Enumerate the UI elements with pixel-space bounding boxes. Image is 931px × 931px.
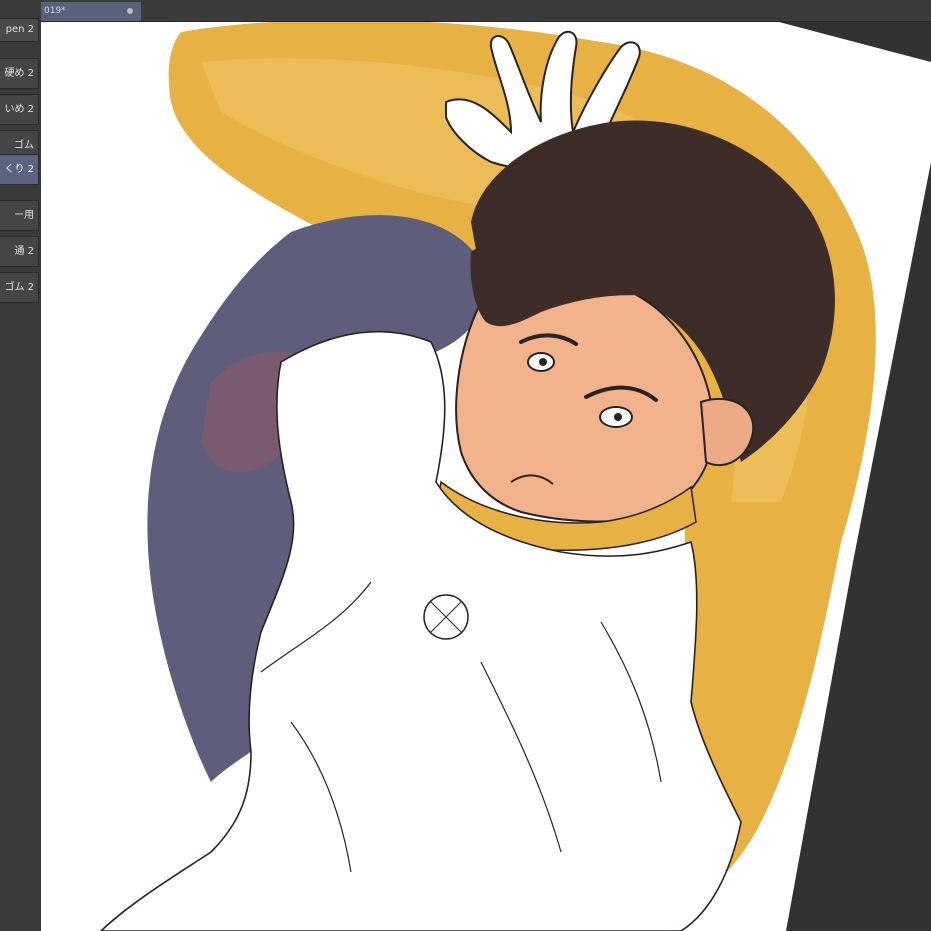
sub-tool-special[interactable]: ー用 xyxy=(0,200,39,231)
pupil-right xyxy=(614,413,622,421)
sub-tool-selected[interactable]: くり 2 xyxy=(0,154,39,185)
drawing-canvas[interactable] xyxy=(41,22,931,931)
sub-tool-hard[interactable]: 硬め 2 xyxy=(0,58,39,89)
sub-tool-label: ゴム 2 xyxy=(4,282,34,293)
sub-tool-label: 通 2 xyxy=(14,246,34,257)
paint-app-window: 019* pen 2 硬め 2 いめ 2 ゴム くり 2 ー用 通 2 ゴム 2 xyxy=(0,0,931,931)
sub-tool-normal[interactable]: 通 2 xyxy=(0,236,39,267)
illustration xyxy=(41,22,931,931)
sub-tool-soft[interactable]: いめ 2 xyxy=(0,94,39,125)
sub-tool-label: ゴム xyxy=(14,140,34,151)
document-tab-strip: 019* xyxy=(0,0,931,22)
sub-tool-label: pen 2 xyxy=(5,24,34,35)
sub-tool-eraser-2[interactable]: ゴム 2 xyxy=(0,272,39,303)
document-tab-title: 019* xyxy=(44,6,66,16)
document-tab[interactable]: 019* xyxy=(41,2,141,21)
pupil-left xyxy=(539,358,547,366)
sub-tool-label: 硬め 2 xyxy=(4,68,34,79)
sub-tool-panel: pen 2 硬め 2 いめ 2 ゴム くり 2 ー用 通 2 ゴム 2 xyxy=(0,18,42,931)
sub-tool-pen[interactable]: pen 2 xyxy=(0,18,39,42)
tab-close-icon[interactable] xyxy=(127,8,133,14)
sub-tool-label: いめ 2 xyxy=(4,104,34,115)
sub-tool-label: ー用 xyxy=(14,210,34,221)
sub-tool-label: くり 2 xyxy=(4,164,34,175)
